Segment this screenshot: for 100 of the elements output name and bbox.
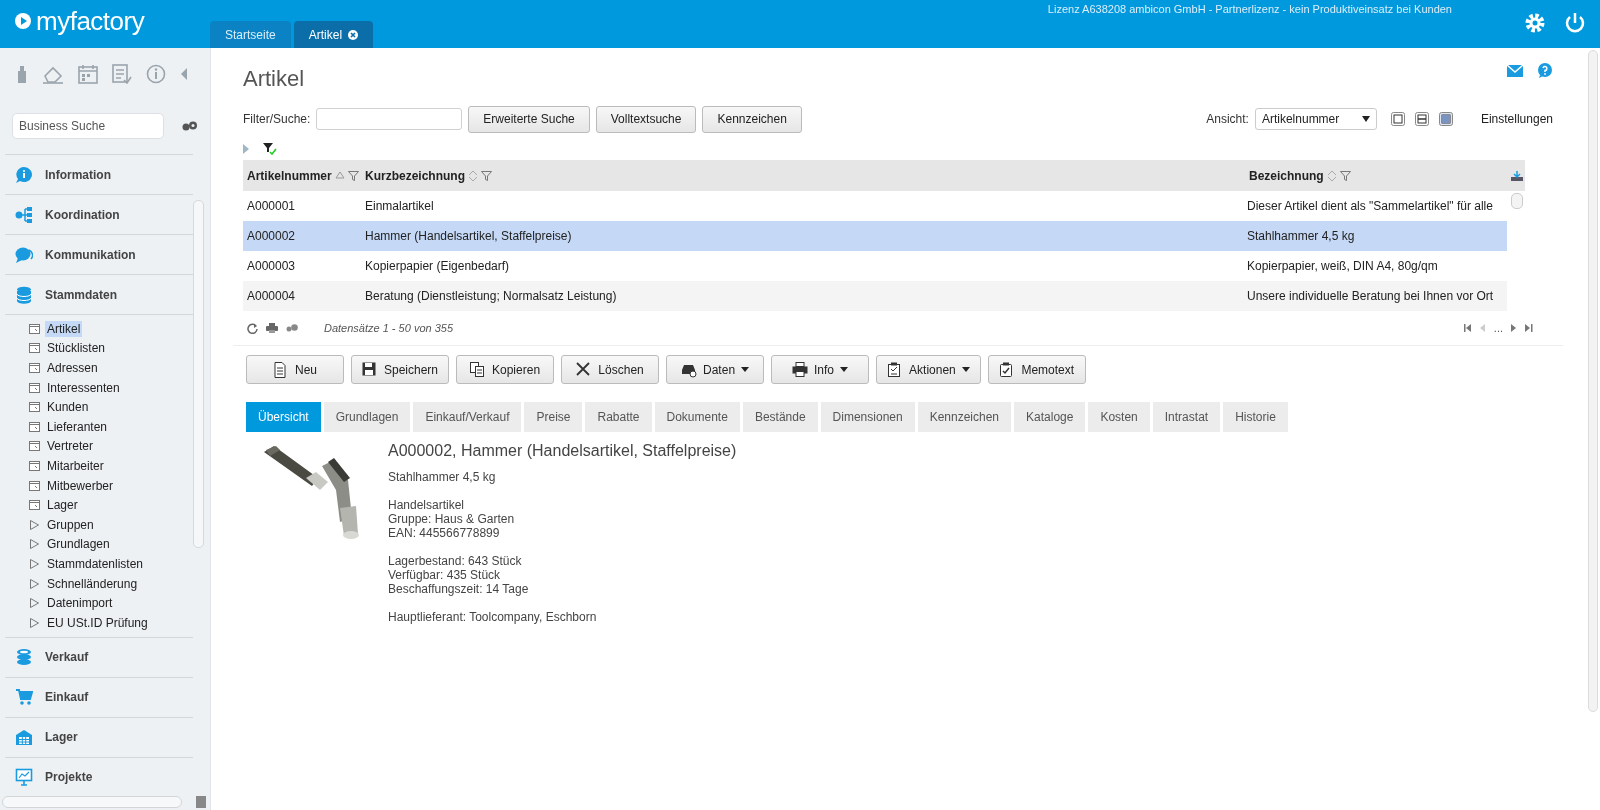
scrollbar[interactable]	[2, 796, 182, 808]
collapse-icon[interactable]	[180, 67, 188, 81]
action-button[interactable]: Speichern	[351, 355, 450, 384]
nav-item[interactable]: Schnelländerung	[45, 575, 140, 592]
gears-icon[interactable]	[182, 121, 198, 131]
settings-icon[interactable]	[1524, 12, 1546, 34]
tab[interactable]: Einkauf/Verkauf	[413, 402, 522, 432]
column-chooser-icon[interactable]	[1511, 170, 1523, 181]
tab[interactable]: Startseite	[210, 21, 291, 48]
tab[interactable]: Artikel	[293, 21, 374, 48]
filter-icon[interactable]	[347, 170, 359, 181]
tab[interactable]: Grundlagen	[323, 402, 411, 432]
info-icon[interactable]	[146, 64, 166, 84]
column-header[interactable]: Artikelnummer	[247, 168, 332, 183]
tab[interactable]: Kennzeichen	[917, 402, 1012, 432]
next-page-icon[interactable]	[1511, 324, 1517, 332]
column-header[interactable]: Kurzbezeichnung	[365, 168, 465, 183]
layout-icon[interactable]	[1438, 112, 1453, 126]
nav-section[interactable]: Einkauf	[5, 676, 193, 717]
filter-icon[interactable]	[1339, 170, 1351, 181]
power-icon[interactable]	[1564, 12, 1586, 34]
action-button[interactable]: Löschen	[561, 355, 660, 384]
print-icon[interactable]	[266, 323, 278, 333]
layout-icon[interactable]	[1390, 112, 1405, 126]
gears-icon[interactable]	[286, 324, 298, 332]
nav-item[interactable]: Interessenten	[45, 379, 122, 396]
nav-item[interactable]: Artikel	[45, 320, 83, 337]
nav-section[interactable]: Verkauf	[5, 636, 193, 677]
search-field[interactable]: Business Suche	[12, 113, 164, 139]
tab[interactable]: Rabatte	[585, 402, 652, 432]
action-button[interactable]: Daten	[666, 355, 765, 384]
nav-item[interactable]: EU USt.ID Prüfung	[45, 614, 150, 631]
expand-icon[interactable]	[29, 519, 40, 530]
calendar-icon[interactable]	[78, 64, 98, 84]
expand-icon[interactable]	[29, 617, 40, 628]
sort-icon[interactable]	[334, 169, 345, 182]
action-button[interactable]: Memotext	[987, 355, 1086, 384]
tab[interactable]: Kosten	[1088, 402, 1150, 432]
nav-item[interactable]: Lager	[45, 497, 80, 514]
bottle-icon[interactable]	[16, 64, 28, 84]
help-icon[interactable]	[1537, 63, 1553, 78]
tab[interactable]: Bestände	[742, 402, 818, 432]
action-button[interactable]: Kopieren	[456, 355, 555, 384]
mail-icon[interactable]	[1507, 64, 1523, 77]
expand-icon[interactable]	[243, 144, 249, 154]
nav-item[interactable]: Vertreter	[45, 438, 96, 455]
nav-section[interactable]: Stammdaten	[5, 274, 193, 315]
nav-item[interactable]: Adressen	[45, 360, 100, 376]
tab[interactable]: Preise	[524, 402, 583, 432]
nav-section[interactable]: Information	[5, 154, 193, 194]
expand-icon[interactable]	[29, 539, 40, 550]
expand-icon[interactable]	[29, 598, 40, 609]
search-button[interactable]: Volltextsuche	[595, 105, 697, 133]
tab[interactable]: Kataloge	[1014, 402, 1086, 432]
refresh-icon[interactable]	[247, 322, 258, 334]
nav-item[interactable]: Kunden	[45, 399, 91, 416]
sort-icon[interactable]	[468, 169, 478, 182]
column-header[interactable]: Bezeichnung	[1249, 168, 1324, 183]
first-page-icon[interactable]	[1463, 324, 1472, 332]
nav-item[interactable]: Datenimport	[45, 595, 115, 612]
search-button[interactable]: Kennzeichen	[702, 105, 802, 133]
action-button[interactable]: Aktionen	[876, 355, 981, 384]
table-row[interactable]: A000004 Beratung (Dienstleistung; Normalsatz Leistung) Unsere individuelle Beratung bei Ihnen vor Ort	[243, 281, 1507, 311]
last-page-icon[interactable]	[1525, 324, 1533, 332]
sort-icon[interactable]	[1326, 169, 1337, 182]
nav-item[interactable]: Mitarbeiter	[45, 457, 106, 474]
expand-icon[interactable]	[29, 558, 40, 569]
table-row[interactable]: A000003 Kopierpapier (Eigenbedarf) Kopierpapier, weiß, DIN A4, 80g/qm	[243, 251, 1507, 281]
filter-icon[interactable]	[481, 170, 492, 181]
scrollbar[interactable]	[1588, 50, 1598, 712]
filter-check-icon[interactable]	[263, 143, 277, 155]
table-cell-text: Einmalartikel	[364, 199, 435, 213]
table-row[interactable]: A000002 Hammer (Handelsartikel, Staffelpreise) Stahlhammer 4,5 kg	[243, 221, 1507, 251]
checklist-icon[interactable]	[112, 64, 132, 84]
tab[interactable]: Dokumente	[654, 402, 740, 432]
table-row[interactable]: A000001 Einmalartikel Dieser Artikel dient als "Sammelartikel" für alle	[243, 191, 1507, 221]
nav-item[interactable]: Stammdatenlisten	[45, 555, 146, 572]
scrollbar[interactable]	[193, 200, 204, 548]
close-icon[interactable]	[348, 29, 359, 40]
filter-field[interactable]	[316, 108, 463, 130]
action-button[interactable]: Info	[771, 355, 870, 384]
nav-item[interactable]: Gruppen	[45, 516, 96, 533]
nav-section[interactable]: Lager	[5, 716, 193, 757]
pager-ellipsis[interactable]: ...	[1493, 322, 1503, 334]
scrollbar[interactable]	[1511, 193, 1523, 209]
tab[interactable]: Dimensionen	[820, 402, 915, 432]
search-button[interactable]: Erweiterte Suche	[468, 105, 590, 133]
settings-link[interactable]: Einstellungen	[1480, 112, 1553, 126]
nav-item[interactable]: Lieferanten	[45, 418, 110, 435]
nav-item[interactable]: Grundlagen	[45, 536, 112, 553]
nav-item[interactable]: Stücklisten	[45, 340, 108, 357]
tab[interactable]: Historie	[1223, 402, 1288, 432]
view-dropdown[interactable]: Artikelnummer	[1254, 108, 1377, 130]
eraser-icon[interactable]	[42, 64, 64, 84]
expand-icon[interactable]	[29, 578, 40, 589]
action-button[interactable]: Neu	[246, 355, 344, 384]
tab[interactable]: Intrastat	[1152, 402, 1221, 432]
nav-item[interactable]: Mitbewerber	[45, 477, 116, 494]
layout-icon[interactable]	[1414, 112, 1429, 126]
nav-section[interactable]: Koordination	[5, 194, 193, 234]
